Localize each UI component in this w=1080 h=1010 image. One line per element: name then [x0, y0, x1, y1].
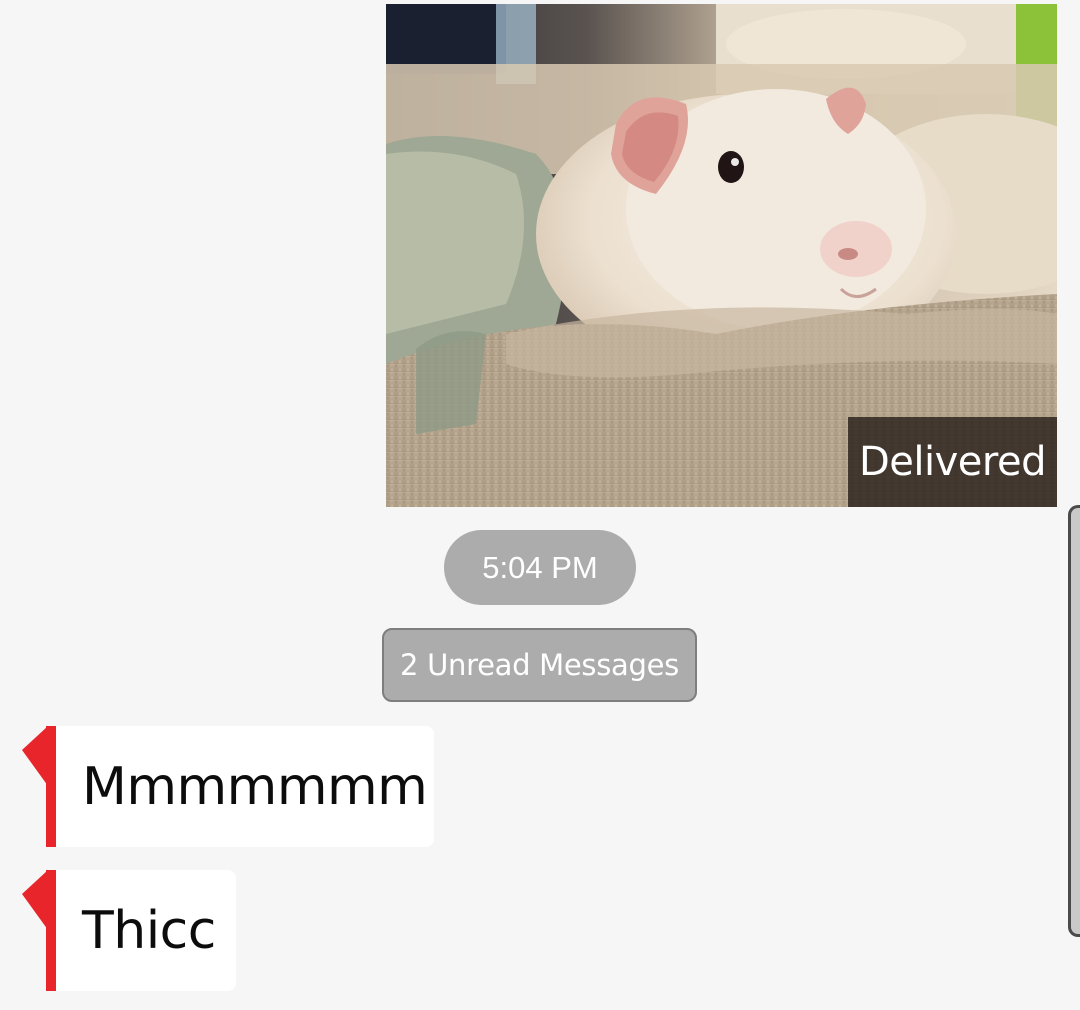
delivery-status: Delivered — [848, 417, 1057, 507]
message-text: Thicc — [56, 870, 236, 991]
scrollbar[interactable] — [1068, 505, 1080, 937]
unread-messages-divider: 2 Unread Messages — [382, 628, 697, 702]
conversation-view: Delivered 5:04 PM 2 Unread Messages Mmmm… — [0, 0, 1080, 1010]
sent-photo-message[interactable]: Delivered — [386, 4, 1057, 507]
message-text: Mmmmmmm — [56, 726, 434, 847]
incoming-accent-bar — [46, 726, 56, 847]
message-timestamp: 5:04 PM — [444, 530, 636, 605]
incoming-accent-bar — [46, 870, 56, 991]
